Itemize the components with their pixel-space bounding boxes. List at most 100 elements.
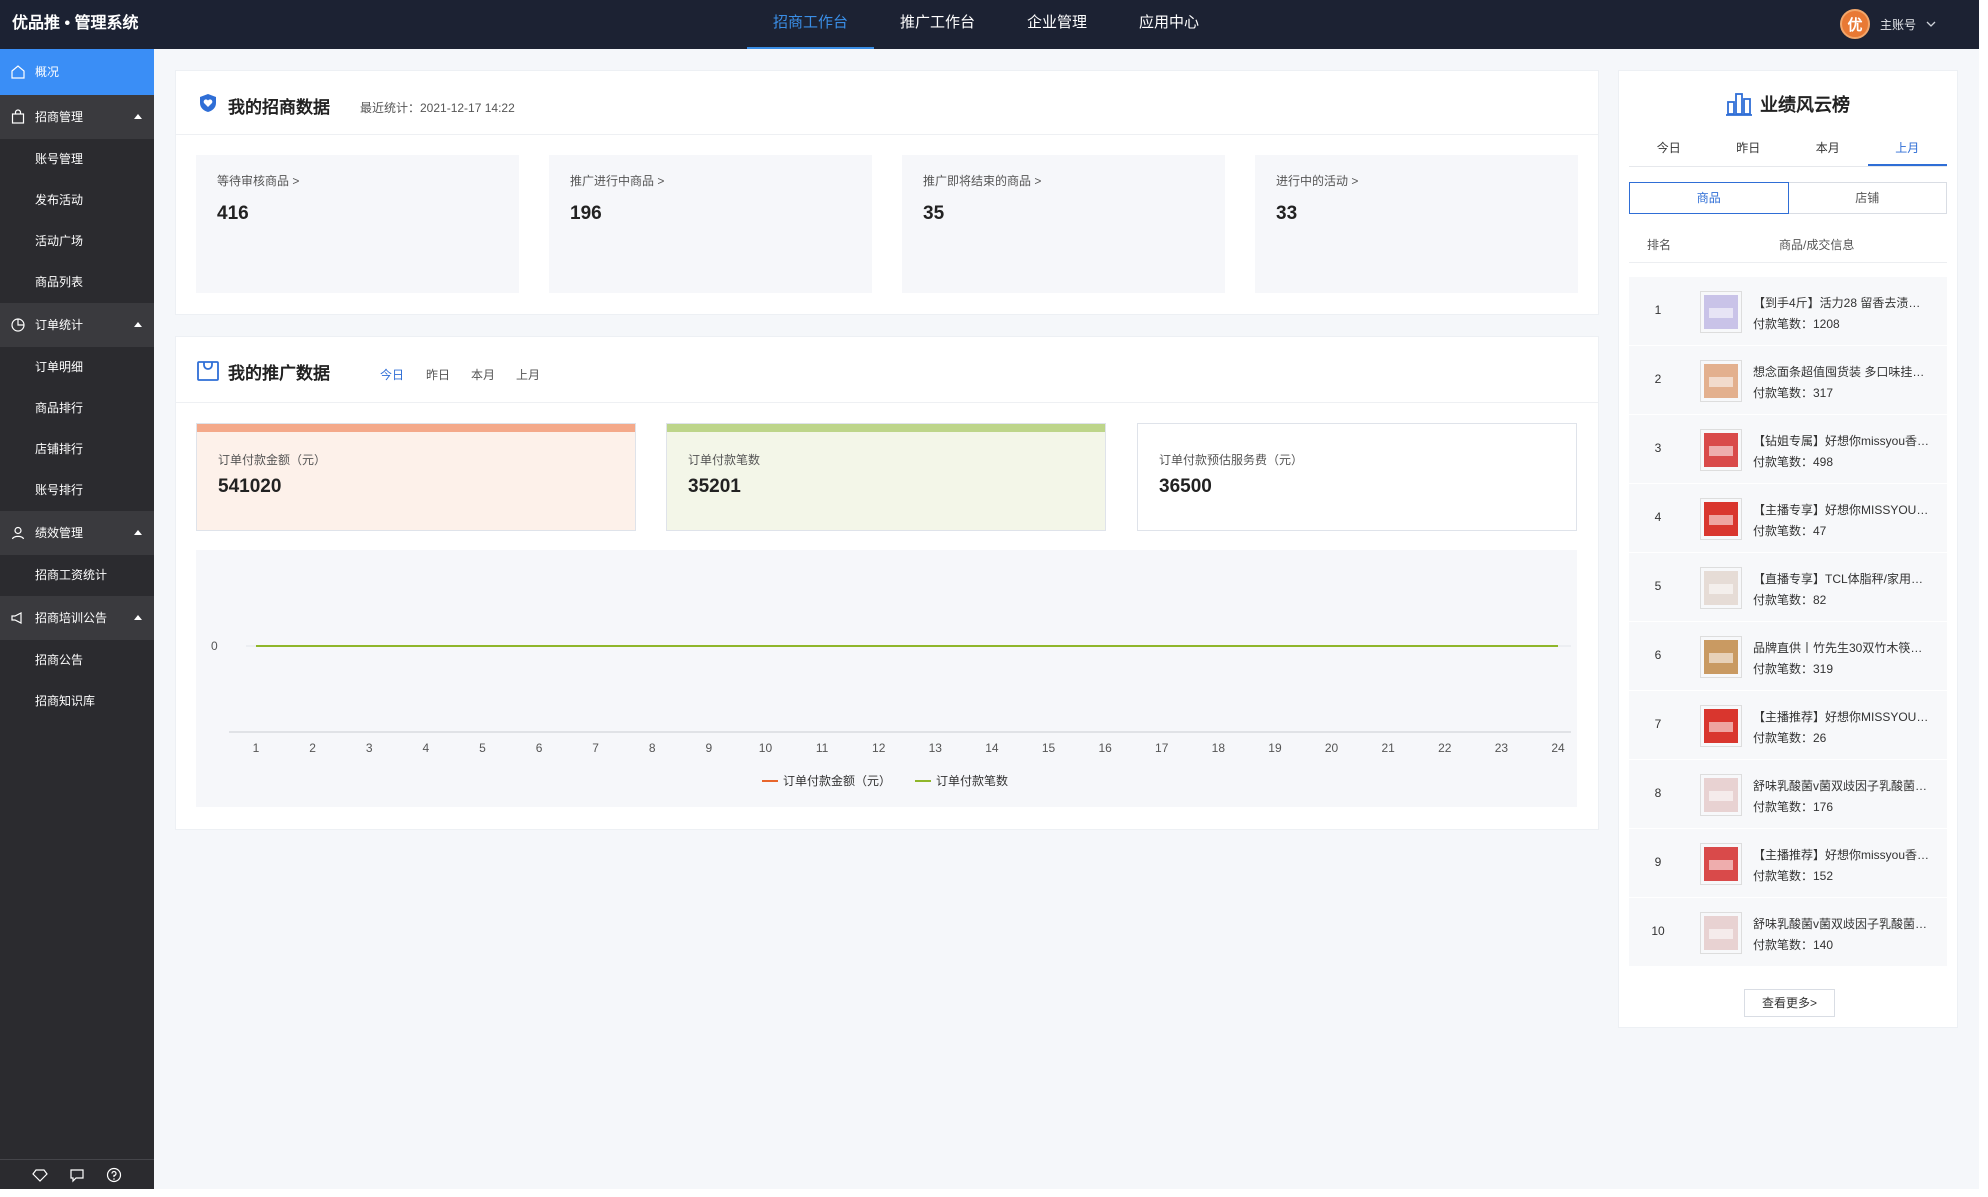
sidebar-item-account-management[interactable]: 账号管理 (0, 139, 154, 180)
rank-number: 7 (1654, 717, 1662, 731)
product-name[interactable]: 品牌直供丨竹先生30双竹木筷… (1753, 639, 1941, 656)
ranking-row[interactable]: 3 【钻姐专属】好想你missyou香… 付款笔数：498 (1629, 415, 1947, 484)
thumbnail-label (1709, 308, 1733, 318)
tab-this-month[interactable]: 本月 (471, 366, 495, 383)
product-thumbnail[interactable] (1700, 843, 1742, 885)
sidebar-item-overview[interactable]: 概况 (0, 49, 154, 95)
sidebar-item-account-ranking[interactable]: 账号排行 (0, 470, 154, 511)
toggle-stores[interactable]: 店铺 (1788, 182, 1947, 214)
sidebar-group-order-stats[interactable]: 订单统计 (0, 303, 154, 347)
stat-active-activities[interactable]: 进行中的活动 > 33 (1255, 155, 1578, 293)
sidebar-item-order-details[interactable]: 订单明细 (0, 347, 154, 388)
sidebar-item-product-ranking[interactable]: 商品排行 (0, 388, 154, 429)
stat-value: 33 (1276, 203, 1298, 224)
toggle-products[interactable]: 商品 (1629, 182, 1789, 214)
x-tick-label: 10 (759, 741, 773, 755)
account-menu[interactable]: 优 主账号 (1840, 9, 1936, 39)
topnav-app-center[interactable]: 应用中心 (1113, 0, 1225, 49)
product-thumbnail[interactable] (1700, 705, 1742, 747)
ranking-row[interactable]: 6 品牌直供丨竹先生30双竹木筷… 付款笔数：319 (1629, 622, 1947, 691)
ranking-row[interactable]: 7 【主播推荐】好想你MISSYOU… 付款笔数：26 (1629, 691, 1947, 760)
x-tick-label: 18 (1212, 741, 1226, 755)
sidebar-item-product-list[interactable]: 商品列表 (0, 262, 154, 303)
ranking-list: 1 【到手4斤】活力28 留香去渍… 付款笔数：1208 2 想念面条超值囤货装 多口味… (1629, 277, 1947, 967)
product-name[interactable]: 想念面条超值囤货装 多口味挂… (1753, 363, 1941, 380)
promotion-data-title: 我的推广数据 (228, 364, 330, 383)
x-tick-label: 8 (649, 741, 656, 755)
app-title: 优品推 • 管理系统 (12, 15, 139, 32)
ranking-row[interactable]: 1 【到手4斤】活力28 留香去渍… 付款笔数：1208 (1629, 277, 1947, 346)
topnav-enterprise-management[interactable]: 企业管理 (1001, 0, 1113, 49)
stat-pending-review[interactable]: 等待审核商品 > 416 (196, 155, 519, 293)
thumbnail-label (1709, 377, 1733, 387)
column-header-rank: 排名 (1647, 238, 1672, 252)
stat-label[interactable]: 进行中的活动 > (1276, 172, 1358, 189)
topnav-merchant-workbench[interactable]: 招商工作台 (747, 0, 875, 49)
payment-count: 付款笔数：498 (1753, 455, 1834, 469)
line-chart-svg: 01 2 3 4 5 6 7 8 9 10 11 12 13 14 15 16 17 18 19 20 21 22 23 24… (211, 639, 1571, 788)
product-name[interactable]: 【主播推荐】好想你missyou香… (1753, 846, 1941, 863)
rank-number: 8 (1654, 786, 1662, 800)
x-tick-label: 9 (706, 741, 713, 755)
ranking-tab-last-month[interactable]: 上月 (1867, 131, 1947, 166)
sidebar-item-announcement[interactable]: 招商公告 (0, 640, 154, 681)
sidebar-item-store-ranking[interactable]: 店铺排行 (0, 429, 154, 470)
product-thumbnail[interactable] (1700, 429, 1742, 471)
stat-ending-soon[interactable]: 推广即将结束的商品 > 35 (902, 155, 1225, 293)
product-thumbnail[interactable] (1700, 912, 1742, 954)
sidebar-item-publish-activity[interactable]: 发布活动 (0, 180, 154, 221)
ranking-row[interactable]: 4 【主播专享】好想你MISSYOU… 付款笔数：47 (1629, 484, 1947, 553)
product-name[interactable]: 【到手4斤】活力28 留香去渍… (1753, 294, 1941, 311)
product-name[interactable]: 舒味乳酸菌v菌双歧因子乳酸菌… (1753, 915, 1941, 932)
topnav-promotion-workbench[interactable]: 推广工作台 (874, 0, 1001, 49)
stat-label[interactable]: 推广即将结束的商品 > (923, 172, 1041, 189)
rank-number: 6 (1654, 648, 1662, 662)
stat-value: 196 (570, 203, 602, 224)
stat-value: 416 (217, 203, 249, 224)
stat-promoting-products[interactable]: 推广进行中商品 > 196 (549, 155, 872, 293)
view-more-button[interactable]: 查看更多> (1744, 989, 1835, 1017)
ranking-row[interactable]: 5 【直播专享】TCL体脂秤/家用… 付款笔数：82 (1629, 553, 1947, 622)
sidebar-group-training[interactable]: 招商培训公告 (0, 596, 154, 640)
diamond-icon[interactable] (32, 1167, 49, 1183)
sidebar-group-performance[interactable]: 绩效管理 (0, 511, 154, 555)
ranking-tab-yesterday[interactable]: 昨日 (1709, 131, 1789, 166)
product-thumbnail[interactable] (1700, 567, 1742, 609)
sidebar-item-activity-plaza[interactable]: 活动广场 (0, 221, 154, 262)
x-tick-label: 2 (309, 741, 316, 755)
ranking-row[interactable]: 10 舒味乳酸菌v菌双歧因子乳酸菌… 付款笔数：140 (1629, 898, 1947, 967)
product-thumbnail[interactable] (1700, 774, 1742, 816)
product-name[interactable]: 【主播推荐】好想你MISSYOU… (1753, 708, 1941, 725)
ranking-tab-today[interactable]: 今日 (1629, 131, 1709, 166)
chat-icon[interactable] (69, 1167, 85, 1183)
sidebar-item-salary-stats[interactable]: 招商工资统计 (0, 555, 154, 596)
tab-yesterday[interactable]: 昨日 (426, 366, 450, 383)
product-thumbnail[interactable] (1700, 498, 1742, 540)
help-icon[interactable] (106, 1167, 122, 1183)
product-name[interactable]: 【主播专享】好想你MISSYOU… (1753, 501, 1941, 518)
rank-number: 9 (1654, 855, 1662, 869)
thumbnail-label (1709, 929, 1733, 939)
ranking-row[interactable]: 8 舒味乳酸菌v菌双歧因子乳酸菌… 付款笔数：176 (1629, 760, 1947, 829)
product-name[interactable]: 【钻姐专属】好想你missyou香… (1753, 432, 1941, 449)
product-thumbnail[interactable] (1700, 291, 1742, 333)
ranking-row[interactable]: 9 【主播推荐】好想你missyou香… 付款笔数：152 (1629, 829, 1947, 898)
product-thumbnail[interactable] (1700, 360, 1742, 402)
product-thumbnail[interactable] (1700, 636, 1742, 678)
product-name[interactable]: 舒味乳酸菌v菌双歧因子乳酸菌… (1753, 777, 1941, 794)
sidebar-item-knowledge-base[interactable]: 招商知识库 (0, 681, 154, 722)
legend-label[interactable]: 订单付款金额（元） (783, 773, 891, 788)
ranking-tab-this-month[interactable]: 本月 (1788, 131, 1868, 166)
sidebar-group-merchant[interactable]: 招商管理 (0, 95, 154, 139)
ranking-row[interactable]: 2 想念面条超值囤货装 多口味挂… 付款笔数：317 (1629, 346, 1947, 415)
legend-label[interactable]: 订单付款笔数 (936, 773, 1008, 788)
top-nav: 招商工作台 推广工作台 企业管理 应用中心 (747, 0, 1225, 49)
tab-last-month[interactable]: 上月 (516, 366, 540, 383)
thumbnail-label (1709, 653, 1733, 663)
x-tick-label: 23 (1495, 741, 1509, 755)
stat-label[interactable]: 推广进行中商品 > (570, 172, 664, 189)
stat-label[interactable]: 等待审核商品 > (217, 172, 299, 189)
product-name[interactable]: 【直播专享】TCL体脂秤/家用… (1753, 570, 1941, 587)
tab-today[interactable]: 今日 (380, 366, 404, 383)
metric-value: 36500 (1159, 476, 1212, 497)
